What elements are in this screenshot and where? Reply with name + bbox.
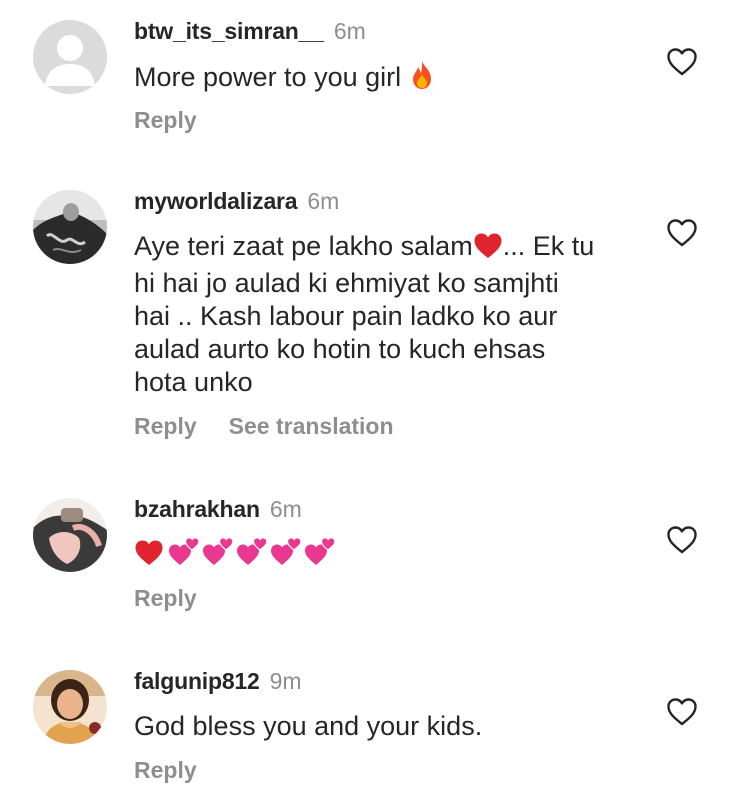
comment-text: Aye teri zaat pe lakho salam ... Ek tu hi… xyxy=(134,230,634,399)
comment-meta: myworldalizara 6m xyxy=(134,187,339,215)
two-hearts-icon xyxy=(269,536,303,574)
heart-outline-icon xyxy=(667,219,697,247)
comment-text xyxy=(134,536,634,570)
profile-photo xyxy=(33,498,107,572)
like-button[interactable] xyxy=(666,697,698,727)
reply-button[interactable]: Reply xyxy=(134,107,197,133)
timestamp: 6m xyxy=(307,188,340,214)
avatar[interactable] xyxy=(33,498,107,572)
heart-outline-icon xyxy=(667,526,697,554)
reply-button[interactable]: Reply xyxy=(134,585,197,611)
heart-outline-icon xyxy=(667,48,697,76)
username[interactable]: myworldalizara xyxy=(134,188,298,214)
two-hearts-icon xyxy=(167,536,201,574)
username[interactable]: bzahrakhan xyxy=(134,496,260,522)
comment-actions: Reply xyxy=(134,106,197,134)
username[interactable]: falgunip812 xyxy=(134,668,260,694)
comment-line: Aye teri zaat pe lakho salam ... Ek tu xyxy=(134,230,634,267)
profile-photo xyxy=(33,190,107,264)
avatar[interactable] xyxy=(33,190,107,264)
profile-photo xyxy=(33,670,107,744)
comment-actions: Reply See translation xyxy=(134,412,394,440)
comment-line: aulad aurto ko hotin to kuch ehsas xyxy=(134,334,546,364)
reply-button[interactable]: Reply xyxy=(134,413,197,439)
two-hearts-icon xyxy=(235,536,269,574)
reply-button[interactable]: Reply xyxy=(134,757,197,783)
like-button[interactable] xyxy=(666,525,698,555)
like-button[interactable] xyxy=(666,218,698,248)
comment-text: More power to you girl xyxy=(134,60,634,98)
comment-text-content: ... Ek tu xyxy=(502,231,595,261)
red-heart-icon xyxy=(473,232,503,267)
timestamp: 6m xyxy=(269,496,302,522)
fire-icon xyxy=(409,60,435,98)
red-heart-icon xyxy=(134,539,164,574)
two-hearts-icon xyxy=(201,536,235,574)
heart-outline-icon xyxy=(667,698,697,726)
like-button[interactable] xyxy=(666,47,698,77)
comment-line: hai .. Kash labour pain ladko ko aur xyxy=(134,301,558,331)
avatar[interactable] xyxy=(33,670,107,744)
comment-text-content: God bless you and your kids. xyxy=(134,711,483,741)
comment-meta: bzahrakhan 6m xyxy=(134,495,302,523)
comment-text-content: Aye teri zaat pe lakho salam xyxy=(134,231,473,261)
comment-actions: Reply xyxy=(134,756,197,784)
default-avatar-icon xyxy=(33,20,107,94)
comment-meta: falgunip812 9m xyxy=(134,667,302,695)
comment-text: God bless you and your kids. xyxy=(134,710,634,743)
timestamp: 9m xyxy=(269,668,302,694)
avatar[interactable] xyxy=(33,20,107,94)
comment-line: hi hai jo aulad ki ehmiyat ko samjhti xyxy=(134,268,559,298)
username[interactable]: btw_its_simran__ xyxy=(134,18,324,44)
comment-text-content: More power to you girl xyxy=(134,62,402,92)
timestamp: 6m xyxy=(333,18,366,44)
comment-meta: btw_its_simran__ 6m xyxy=(134,17,366,45)
comment-line: hota unko xyxy=(134,367,253,397)
see-translation-button[interactable]: See translation xyxy=(229,413,394,439)
comment-actions: Reply xyxy=(134,584,197,612)
two-hearts-icon xyxy=(303,536,337,574)
